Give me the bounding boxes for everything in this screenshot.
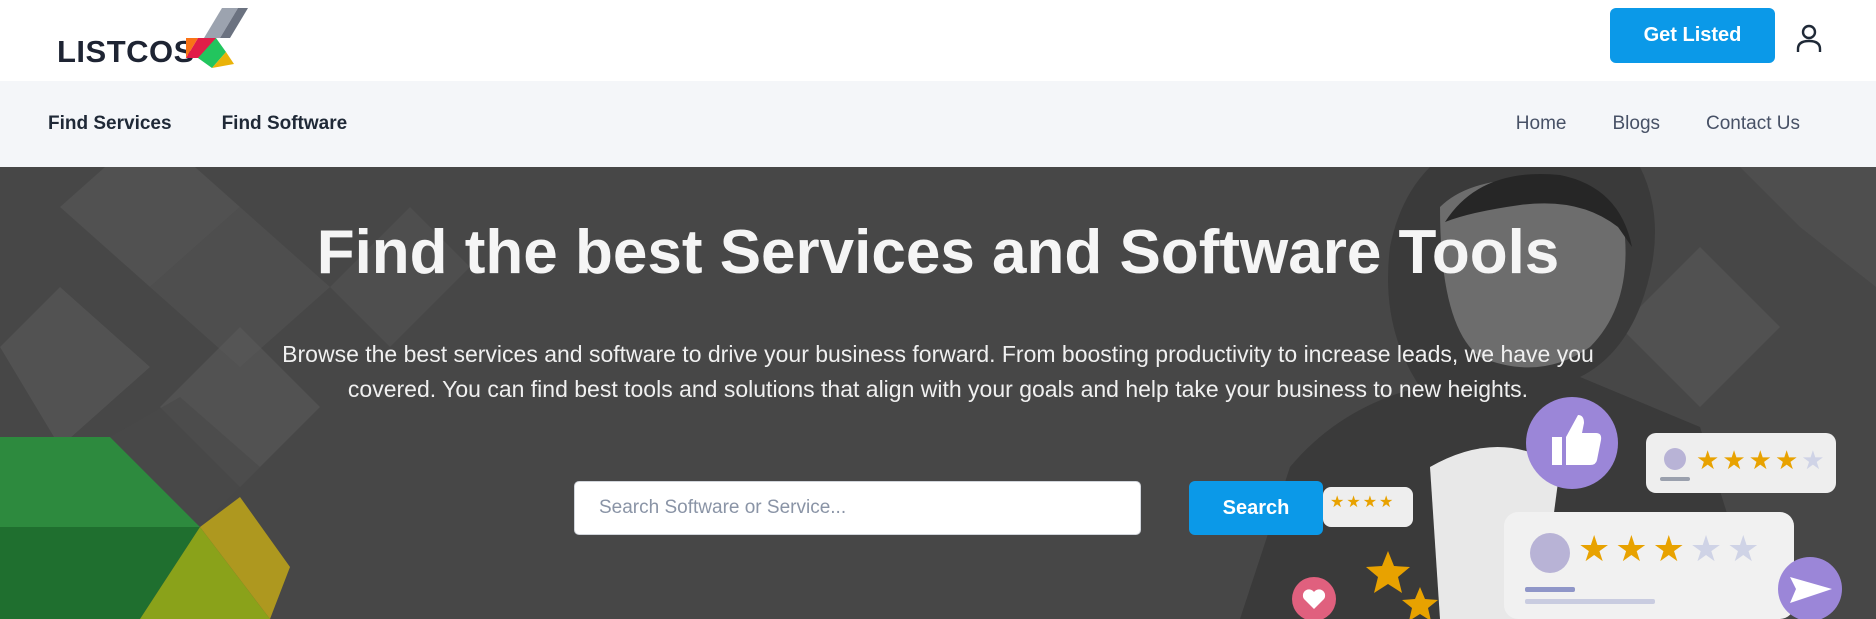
logo-text: LISTCOS <box>57 34 195 69</box>
nav-home[interactable]: Home <box>1516 113 1567 135</box>
nav-left: Find Services Find Software <box>48 81 347 167</box>
search-input[interactable] <box>574 481 1141 535</box>
star-filled-icon: ★ <box>1722 445 1746 475</box>
star-empty-icon: ★ <box>1727 528 1760 569</box>
star-filled-icon: ★ <box>1696 445 1720 475</box>
rating-stars-card-top: ★ ★ ★ ★ ★ <box>1696 447 1825 473</box>
star-filled-icon: ★ <box>1379 494 1394 511</box>
star-filled-icon: ★ <box>1748 445 1772 475</box>
main-nav: Find Services Find Software Home Blogs C… <box>0 81 1876 167</box>
star-filled-icon: ★ <box>1330 494 1345 511</box>
nav-blogs[interactable]: Blogs <box>1612 113 1660 135</box>
star-empty-icon: ★ <box>1801 445 1825 475</box>
nav-find-software[interactable]: Find Software <box>222 113 348 135</box>
star-empty-icon: ★ <box>1689 528 1723 569</box>
star-filled-icon: ★ <box>1615 528 1648 569</box>
nav-right: Home Blogs Contact Us <box>1516 81 1800 167</box>
nav-contact-us[interactable]: Contact Us <box>1706 113 1800 135</box>
star-filled-icon: ★ <box>1652 528 1685 569</box>
star-filled-icon: ★ <box>1774 445 1799 475</box>
rating-stars-card-small: ★ ★ ★ ★ <box>1330 495 1393 511</box>
search-button[interactable]: Search <box>1189 481 1323 535</box>
star-filled-icon: ★ <box>1578 528 1611 569</box>
hero-section: ★ ★ ★ ★ ★ ★ ★ ★ ★ ★ ★ ★ ★ ★ Find the best Services … <box>0 167 1876 619</box>
top-header: LISTCOS Get Listed <box>0 0 1876 81</box>
nav-find-services[interactable]: Find Services <box>48 113 172 135</box>
hero-subtitle: Browse the best services and software to… <box>282 341 1594 402</box>
star-filled-icon: ★ <box>1362 494 1378 511</box>
logo-mark-icon <box>186 8 248 68</box>
user-icon[interactable] <box>1794 23 1824 53</box>
hero-title: Find the best Services and Software Tool… <box>316 218 1560 287</box>
star-filled-icon: ★ <box>1346 494 1361 511</box>
logo[interactable]: LISTCOS <box>57 8 248 70</box>
rating-stars-card-bottom: ★ ★ ★ ★ ★ <box>1578 531 1759 567</box>
get-listed-button[interactable]: Get Listed <box>1610 8 1775 63</box>
